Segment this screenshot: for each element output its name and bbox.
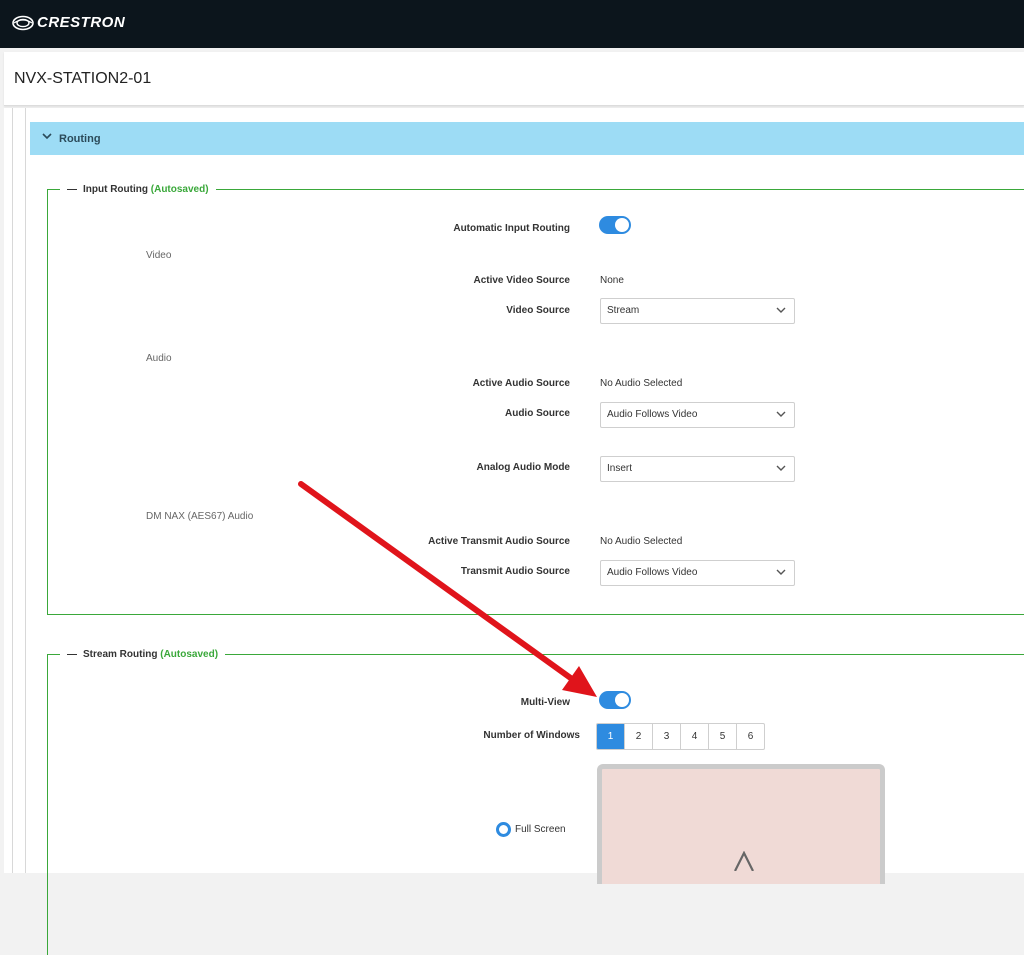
stream-routing-title: Stream Routing [83,649,158,660]
audio-source-selected: Audio Follows Video [607,409,698,420]
toggle-knob [615,693,629,707]
windows-option-6[interactable]: 6 [737,724,764,749]
stream-routing-autosaved: (Autosaved) [160,649,219,660]
number-of-windows-label: Number of Windows [483,730,580,741]
chevron-down-icon [776,307,786,313]
page-title: NVX-STATION2-01 [14,70,152,87]
toggle-knob [615,218,629,232]
chevron-down-icon [776,411,786,417]
logo-text: CRESTRON [37,14,126,31]
windows-option-5[interactable]: 5 [709,724,737,749]
active-audio-source-label: Active Audio Source [472,378,570,389]
input-routing-group: Input Routing (Autosaved) [47,183,1024,615]
video-source-select[interactable]: Stream [600,298,795,324]
chevron-down-icon [776,465,786,471]
windows-option-3[interactable]: 3 [653,724,681,749]
windows-option-1[interactable]: 1 [597,724,625,749]
automatic-input-routing-label: Automatic Input Routing [453,223,570,234]
full-screen-radio[interactable] [496,822,511,837]
active-video-source-value: None [600,275,624,286]
video-heading: Video [146,250,172,261]
chevron-down-icon [42,133,52,140]
top-bar: CRESTRON [0,0,1024,48]
routing-section-label: Routing [59,133,101,145]
input-routing-autosaved: (Autosaved) [150,184,209,195]
analog-audio-mode-select[interactable]: Insert [600,456,795,482]
full-screen-label: Full Screen [515,824,566,835]
windows-option-2[interactable]: 2 [625,724,653,749]
audio-source-label: Audio Source [504,408,570,419]
multi-view-label: Multi-View [520,697,570,708]
multi-view-toggle[interactable] [599,691,631,709]
multiview-layout-preview[interactable] [597,764,885,884]
transmit-audio-source-select[interactable]: Audio Follows Video [600,560,795,586]
crestron-logo[interactable]: CRESTRON [12,14,125,31]
transmit-audio-source-label: Transmit Audio Source [460,566,570,577]
chevron-down-icon [776,569,786,575]
automatic-input-routing-toggle[interactable] [599,216,631,234]
routing-section-header[interactable]: Routing [30,122,1024,155]
device-title-bar: NVX-STATION2-01 [4,52,1024,106]
active-video-source-label: Active Video Source [473,275,570,286]
audio-source-select[interactable]: Audio Follows Video [600,402,795,428]
input-routing-title: Input Routing [83,184,148,195]
active-transmit-audio-source-label: Active Transmit Audio Source [428,536,570,547]
left-divider [12,108,13,873]
audio-heading: Audio [146,353,172,364]
video-source-selected: Stream [607,305,640,316]
windows-option-4[interactable]: 4 [681,724,709,749]
legend-dash [67,653,77,655]
number-of-windows-selector: 1 2 3 4 5 6 [596,723,765,750]
input-routing-legend: Input Routing (Autosaved) [60,183,216,197]
active-audio-source-value: No Audio Selected [600,378,683,389]
crestron-logo-icon [12,15,34,31]
transmit-audio-source-selected: Audio Follows Video [607,567,698,578]
preview-window-glyph [734,851,754,871]
left-divider-inner [25,108,26,873]
stream-routing-legend: Stream Routing (Autosaved) [60,648,226,662]
active-transmit-audio-source-value: No Audio Selected [600,536,683,547]
analog-audio-mode-label: Analog Audio Mode [476,462,570,473]
legend-dash [67,188,77,190]
dm-nax-heading: DM NAX (AES67) Audio [146,511,254,522]
video-source-label: Video Source [506,305,570,316]
analog-audio-mode-selected: Insert [607,463,633,474]
